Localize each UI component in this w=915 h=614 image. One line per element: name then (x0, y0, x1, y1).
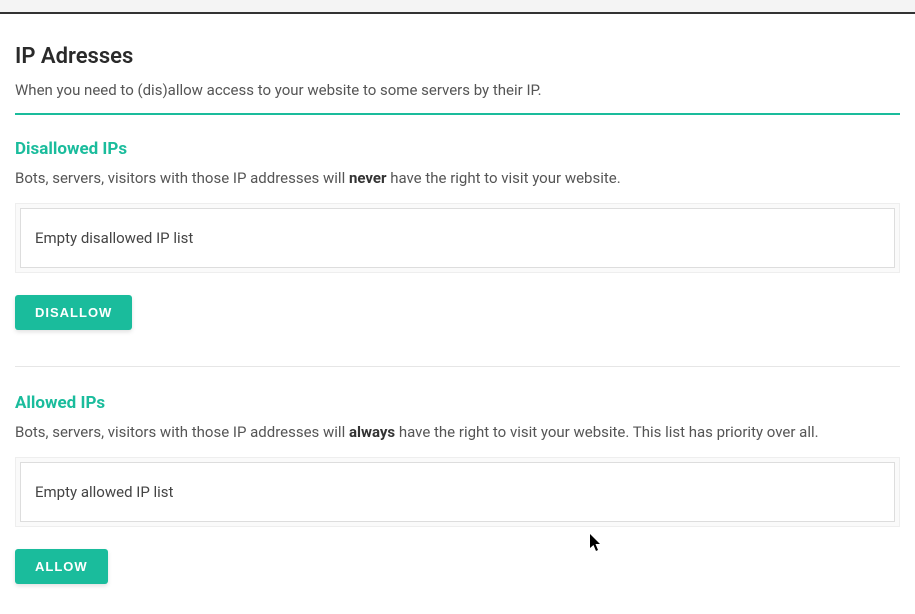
allowed-desc-pre: Bots, servers, visitors with those IP ad… (15, 423, 349, 441)
allow-button[interactable]: ALLOW (15, 549, 108, 584)
content: IP Adresses When you need to (dis)allow … (0, 14, 915, 614)
allowed-desc-emph: always (349, 423, 395, 441)
disallowed-desc-post: have the right to visit your website. (386, 169, 620, 187)
disallow-button[interactable]: DISALLOW (15, 295, 132, 330)
top-bar (0, 0, 915, 14)
disallowed-title: Disallowed IPs (15, 139, 900, 159)
disallowed-desc-pre: Bots, servers, visitors with those IP ad… (15, 169, 349, 187)
disallowed-description: Bots, servers, visitors with those IP ad… (15, 169, 900, 187)
disallowed-list-wrap: Empty disallowed IP list (15, 203, 900, 273)
accent-divider (15, 113, 900, 115)
allowed-list-wrap: Empty allowed IP list (15, 457, 900, 527)
allowed-description: Bots, servers, visitors with those IP ad… (15, 423, 900, 441)
disallowed-desc-emph: never (349, 169, 387, 187)
page-title: IP Adresses (15, 44, 900, 69)
disallowed-ip-list[interactable]: Empty disallowed IP list (20, 208, 895, 268)
page-subtitle: When you need to (dis)allow access to yo… (15, 81, 900, 99)
section-divider (15, 366, 900, 367)
allowed-ip-list[interactable]: Empty allowed IP list (20, 462, 895, 522)
allowed-desc-post: have the right to visit your website. Th… (395, 423, 818, 441)
allowed-title: Allowed IPs (15, 393, 900, 413)
